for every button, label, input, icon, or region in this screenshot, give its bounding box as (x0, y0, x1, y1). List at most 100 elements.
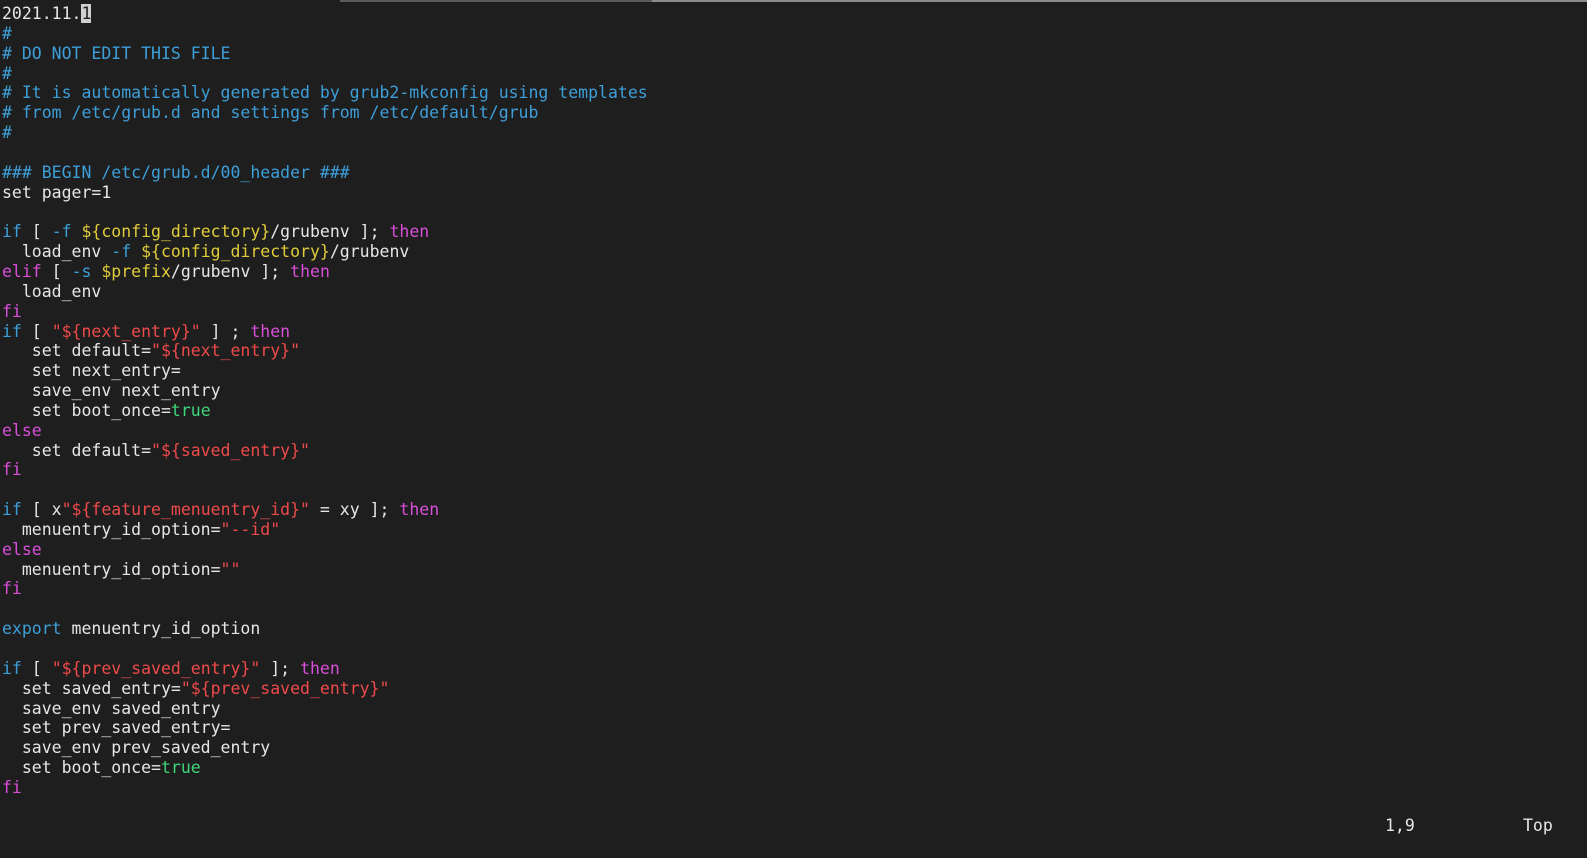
code-line[interactable]: elif [ -s $prefix/grubenv ]; then (2, 262, 1587, 282)
control-flow-token: fi (2, 777, 22, 797)
code-line[interactable]: # from /etc/grub.d and settings from /et… (2, 103, 1587, 123)
string-token: "${feature_menuentry_id}" (61, 500, 310, 520)
code-line[interactable]: ### BEGIN /etc/grub.d/00_header ### (2, 163, 1587, 183)
code-line[interactable]: fi (2, 302, 1587, 322)
string-token: "${next_entry}" (51, 321, 201, 341)
code-line[interactable]: menuentry_id_option="" (2, 560, 1587, 580)
code-text: set next_entry= (2, 361, 181, 381)
string-token: "${next_entry}" (151, 341, 301, 361)
code-text: menuentry_id_option= (2, 559, 221, 579)
code-line[interactable]: menuentry_id_option="--id" (2, 520, 1587, 540)
code-line[interactable]: save_env next_entry (2, 381, 1587, 401)
variable-token: $prefix (101, 261, 171, 281)
vim-terminal-window[interactable]: 2021.11.1 # # DO NOT EDIT THIS FILE # # It i… (0, 0, 1587, 858)
code-line[interactable] (2, 639, 1587, 659)
code-line[interactable]: load_env -f ${config_directory}/grubenv (2, 242, 1587, 262)
keyword-token: -f (51, 222, 72, 242)
control-flow-token: then (389, 222, 430, 242)
string-token: "" (220, 559, 241, 579)
keyword-token: if (2, 222, 22, 242)
keyword-token: if (2, 321, 22, 341)
code-text: [ (41, 261, 72, 281)
control-flow-token: then (399, 500, 440, 520)
code-line[interactable]: else (2, 540, 1587, 560)
code-text: /grubenv (329, 242, 410, 262)
control-flow-token: elif (2, 261, 42, 281)
control-flow-token: then (290, 261, 330, 281)
code-text: = xy ]; (309, 500, 400, 520)
code-line[interactable]: set pager=1 (2, 183, 1587, 203)
string-token: "${prev_saved_entry}" (180, 678, 390, 698)
code-text: set saved_entry= (2, 678, 181, 698)
code-text: set boot_once= (2, 400, 171, 420)
string-token: "${saved_entry}" (151, 440, 310, 460)
code-line[interactable]: set default="${saved_entry}" (2, 441, 1587, 461)
code-line[interactable]: save_env prev_saved_entry (2, 738, 1587, 758)
code-line[interactable]: # (2, 24, 1587, 44)
code-text: ] ; (200, 321, 251, 341)
code-line[interactable]: save_env saved_entry (2, 699, 1587, 719)
keyword-token: if (2, 658, 22, 678)
scroll-position-indicator: Top (1523, 816, 1553, 835)
code-line[interactable]: export menuentry_id_option (2, 619, 1587, 639)
control-flow-token: then (250, 321, 291, 341)
control-flow-token: fi (2, 301, 22, 321)
code-text: set pager=1 (2, 182, 112, 202)
code-text: /grubenv ]; (170, 261, 291, 281)
top-border-segment (652, 0, 1587, 2)
text-cursor: 1 (81, 4, 92, 23)
code-text: menuentry_id_option (61, 619, 261, 639)
comment-token: # (2, 23, 12, 43)
code-line[interactable]: set boot_once=true (2, 758, 1587, 778)
code-line[interactable] (2, 202, 1587, 222)
top-border-segment (340, 0, 652, 2)
code-text: [ (21, 658, 52, 678)
code-line[interactable]: # (2, 123, 1587, 143)
code-line[interactable]: # (2, 64, 1587, 84)
code-line[interactable]: if [ -f ${config_directory}/grubenv ]; t… (2, 222, 1587, 242)
code-line[interactable] (2, 143, 1587, 163)
code-text: [ (21, 222, 52, 242)
code-line[interactable]: set prev_saved_entry= (2, 718, 1587, 738)
code-text: menuentry_id_option= (2, 519, 221, 539)
comment-token: # (2, 63, 12, 83)
code-line[interactable]: set next_entry= (2, 361, 1587, 381)
keyword-token: -s (71, 261, 92, 281)
code-text: 2021.11. (2, 4, 82, 23)
code-line[interactable]: # It is automatically generated by grub2… (2, 83, 1587, 103)
comment-token: # (2, 123, 12, 143)
code-line[interactable]: else (2, 421, 1587, 441)
comment-token: # from /etc/grub.d and settings from /et… (2, 103, 539, 123)
control-flow-token: fi (2, 460, 22, 480)
comment-token: # It is automatically generated by grub2… (2, 83, 648, 103)
code-line[interactable]: fi (2, 579, 1587, 599)
code-line[interactable]: set boot_once=true (2, 401, 1587, 421)
code-text: load_env (2, 281, 102, 301)
control-flow-token: else (2, 420, 42, 440)
cursor-position-indicator: 1,9 (1385, 816, 1415, 835)
code-text: save_env next_entry (2, 381, 221, 401)
code-line[interactable]: # DO NOT EDIT THIS FILE (2, 44, 1587, 64)
keyword-token: export (2, 619, 62, 639)
editor-text-area[interactable]: 2021.11.1 # # DO NOT EDIT THIS FILE # # It i… (2, 4, 1587, 798)
code-line[interactable]: if [ "${prev_saved_entry}" ]; then (2, 659, 1587, 679)
code-line[interactable]: set default="${next_entry}" (2, 341, 1587, 361)
code-line[interactable] (2, 599, 1587, 619)
code-text: ]; (260, 658, 301, 678)
code-line[interactable]: set saved_entry="${prev_saved_entry}" (2, 679, 1587, 699)
code-line[interactable] (2, 480, 1587, 500)
code-line[interactable]: if [ x"${feature_menuentry_id}" = xy ]; … (2, 500, 1587, 520)
code-text: load_env (2, 242, 112, 262)
code-text: save_env saved_entry (2, 698, 221, 718)
window-top-border (0, 0, 1587, 2)
code-line[interactable]: load_env (2, 282, 1587, 302)
keyword-token: -f (111, 242, 132, 262)
control-flow-token: fi (2, 579, 22, 599)
code-line[interactable]: fi (2, 778, 1587, 798)
code-text: set boot_once= (2, 758, 161, 778)
code-line[interactable]: fi (2, 460, 1587, 480)
code-line[interactable]: if [ "${next_entry}" ] ; then (2, 322, 1587, 342)
code-line[interactable]: 2021.11.1 (2, 4, 1587, 24)
